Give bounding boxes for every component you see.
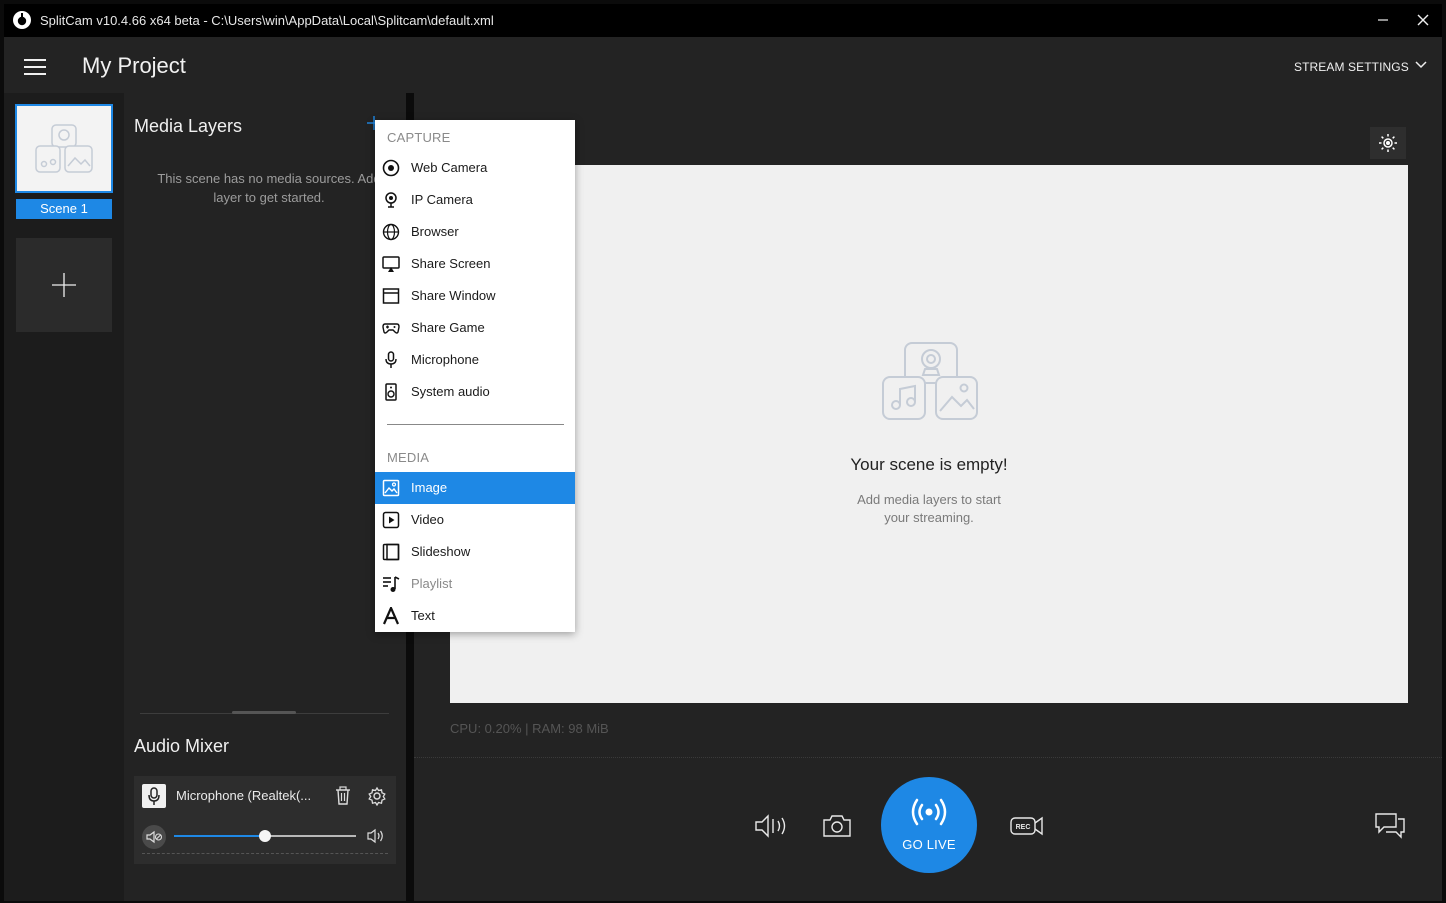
volume-slider-thumb[interactable] (259, 830, 271, 842)
share-screen-icon (382, 256, 400, 272)
menu-item-video[interactable]: Video (375, 504, 575, 536)
image-icon (382, 479, 400, 497)
slideshow-icon (382, 543, 400, 561)
menu-item-label: Slideshow (411, 544, 471, 559)
empty-scene-subtitle: Add media layers to start your streaming… (829, 491, 1029, 527)
window-icon (382, 288, 400, 304)
audio-level-meter (142, 853, 388, 855)
menu-item-share-window[interactable]: Share Window (375, 280, 575, 312)
app-header: My Project STREAM SETTINGS (4, 37, 1442, 93)
menu-item-browser[interactable]: Browser (375, 216, 575, 248)
menu-section-capture: CAPTURE (387, 130, 451, 145)
empty-scene-subtitle-line1: Add media layers to start (857, 492, 1001, 507)
stream-settings-button[interactable]: STREAM SETTINGS (1294, 60, 1409, 74)
audio-mixer-title: Audio Mixer (134, 736, 230, 756)
empty-layers-line1: This scene has no media sources. Add (157, 171, 381, 186)
scene-canvas[interactable]: Your scene is empty! Add media layers to… (450, 165, 1408, 703)
menu-item-web-camera[interactable]: Web Camera (375, 152, 575, 184)
empty-scene-title: Your scene is empty! (850, 455, 1008, 474)
scenes-panel: Scene 1 (4, 93, 124, 901)
record-badge-text: REC (1016, 824, 1031, 831)
empty-layers-line2: layer to get started. (213, 190, 325, 205)
menu-item-label: Video (411, 512, 445, 527)
text-icon (382, 607, 400, 625)
media-placeholder-icon (35, 124, 93, 173)
media-layers-panel: Media Layers This scene has no media sou… (124, 93, 406, 901)
scene-thumbnail[interactable] (15, 104, 113, 193)
plus-icon (52, 273, 76, 297)
audio-channel-card: Microphone (Realtek(... (134, 776, 396, 864)
menu-item-share-screen[interactable]: Share Screen (375, 248, 575, 280)
volume-fill (174, 835, 265, 837)
gear-icon[interactable] (367, 786, 387, 806)
menu-item-text[interactable]: Text (375, 600, 575, 632)
menu-item-microphone[interactable]: Microphone (375, 344, 575, 376)
webcam-icon (382, 159, 400, 177)
speaker-muted-icon (146, 830, 163, 844)
splitcam-logo-icon (13, 11, 31, 29)
close-icon (1417, 14, 1429, 26)
minimize-button[interactable] (1372, 10, 1394, 32)
add-layer-menu: CAPTURE Web Camera IP Camera Browser Sha… (375, 120, 575, 632)
menu-item-ip-camera[interactable]: IP Camera (375, 184, 575, 216)
menu-divider (387, 424, 564, 425)
menu-item-label: Playlist (411, 576, 453, 591)
video-icon (382, 511, 400, 529)
go-live-button[interactable]: GO LIVE (881, 777, 977, 873)
gamepad-icon (382, 323, 400, 334)
scene-label[interactable]: Scene 1 (16, 199, 112, 219)
divider (414, 757, 1442, 758)
menu-item-image[interactable]: Image (375, 472, 575, 504)
speaker-icon (385, 383, 397, 401)
menu-section-media: MEDIA (387, 450, 430, 465)
mute-toggle-button[interactable] (142, 825, 166, 849)
microphone-icon (142, 784, 166, 808)
volume-slider[interactable] (174, 830, 356, 842)
record-icon[interactable]: REC (1010, 815, 1044, 837)
hamburger-menu-icon[interactable] (24, 59, 46, 75)
empty-scene-subtitle-line2: your streaming. (884, 510, 974, 525)
menu-item-label: Text (411, 608, 435, 623)
chevron-down-icon[interactable] (1414, 57, 1428, 71)
menu-item-label: Share Game (411, 320, 485, 335)
menu-item-share-game[interactable]: Share Game (375, 312, 575, 344)
media-placeholder-icon (882, 342, 978, 420)
playlist-icon (383, 576, 400, 592)
menu-item-label: IP Camera (411, 192, 473, 207)
media-layers-title: Media Layers (134, 116, 243, 136)
menu-item-label: Web Camera (411, 160, 488, 175)
project-title: My Project (82, 53, 186, 78)
globe-icon (382, 223, 400, 241)
menu-item-slideshow[interactable]: Slideshow (375, 536, 575, 568)
menu-item-label: Browser (411, 224, 459, 239)
trash-icon[interactable] (334, 786, 352, 806)
menu-item-label: System audio (411, 384, 490, 399)
menu-item-label: Share Window (411, 288, 496, 303)
theme-toggle-button[interactable] (1370, 127, 1406, 159)
microphone-icon (385, 351, 397, 368)
title-bar: SplitCam v10.4.66 x64 beta - C:\Users\wi… (4, 4, 1442, 37)
sun-icon (1379, 134, 1397, 152)
chat-icon[interactable] (1374, 811, 1406, 839)
performance-stats: CPU: 0.20% | RAM: 98 MiB (450, 721, 609, 736)
speaker-volume-icon[interactable] (754, 813, 788, 839)
go-live-label: GO LIVE (902, 837, 956, 852)
ip-camera-icon (385, 192, 397, 208)
volume-up-icon (367, 828, 383, 844)
broadcast-icon (911, 798, 947, 826)
camera-snapshot-icon[interactable] (822, 813, 852, 839)
menu-item-label: Image (411, 480, 448, 495)
menu-item-label: Share Screen (411, 256, 491, 271)
close-button[interactable] (1412, 10, 1434, 32)
menu-item-system-audio[interactable]: System audio (375, 376, 575, 408)
empty-layers-message: This scene has no media sources. Add lay… (134, 169, 404, 207)
menu-item-playlist: Playlist (375, 568, 575, 600)
add-scene-button[interactable] (16, 238, 112, 332)
app-window: SplitCam v10.4.66 x64 beta - C:\Users\wi… (4, 4, 1442, 901)
minimize-icon (1378, 19, 1388, 21)
window-title: SplitCam v10.4.66 x64 beta - C:\Users\wi… (40, 13, 494, 28)
menu-item-label: Microphone (411, 352, 479, 367)
resize-handle[interactable] (232, 711, 296, 714)
audio-device-name: Microphone (Realtek(... (176, 788, 312, 803)
